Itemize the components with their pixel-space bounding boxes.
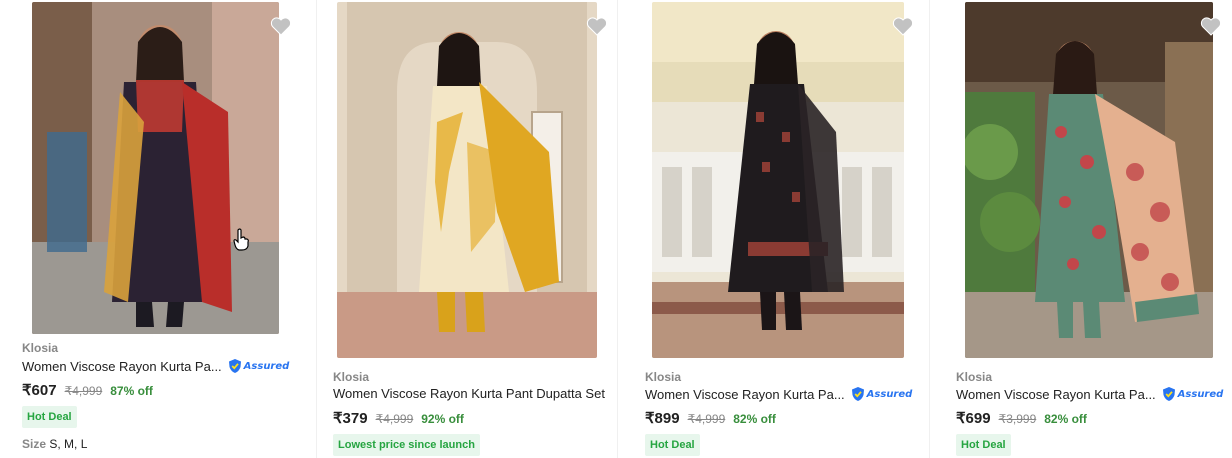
assured-label: Assured <box>243 360 290 372</box>
assured-shield-icon <box>851 387 864 401</box>
product-card[interactable]: Klosia Women Viscose Rayon Kurta Pa... A… <box>932 0 1232 458</box>
heart-icon[interactable] <box>892 16 914 36</box>
original-price: ₹3,999 <box>998 412 1037 426</box>
selling-price: ₹699 <box>956 410 991 427</box>
product-title[interactable]: Women Viscose Rayon Kurta Pa... Assured <box>956 386 1223 402</box>
original-price: ₹4,999 <box>375 412 414 426</box>
price-row: ₹379 ₹4,999 92% off <box>333 409 464 427</box>
product-brand: Klosia <box>956 370 993 384</box>
deal-tag: Hot Deal <box>645 434 700 456</box>
product-grid: Klosia Women Viscose Rayon Kurta Pa... A… <box>0 0 1232 458</box>
size-label: Size <box>22 437 47 451</box>
assured-badge: Assured <box>851 386 913 402</box>
deal-tag: Hot Deal <box>956 434 1011 456</box>
assured-badge: Assured <box>228 358 290 374</box>
selling-price: ₹899 <box>645 410 680 427</box>
discount-percent: 82% off <box>733 412 776 426</box>
heart-icon[interactable] <box>270 16 292 36</box>
discount-percent: 82% off <box>1044 412 1087 426</box>
discount-percent: 92% off <box>421 412 464 426</box>
price-row: ₹607 ₹4,999 87% off <box>22 381 153 399</box>
original-price: ₹4,999 <box>64 384 103 398</box>
product-card[interactable]: Klosia Women Viscose Rayon Kurta Pa... A… <box>0 0 310 458</box>
selling-price: ₹379 <box>333 410 368 427</box>
price-row: ₹899 ₹4,999 82% off <box>645 409 776 427</box>
selling-price: ₹607 <box>22 382 57 399</box>
product-title-text: Women Viscose Rayon Kurta Pant Dupatta S… <box>333 386 605 401</box>
product-card[interactable]: Klosia Women Viscose Rayon Kurta Pant Du… <box>318 0 614 458</box>
product-image[interactable] <box>652 2 904 358</box>
card-divider <box>929 0 930 458</box>
product-title-text: Women Viscose Rayon Kurta Pa... <box>645 386 845 402</box>
card-divider <box>316 0 317 458</box>
assured-label: Assured <box>866 388 913 400</box>
product-title[interactable]: Women Viscose Rayon Kurta Pa... Assured <box>22 358 289 374</box>
original-price: ₹4,999 <box>687 412 726 426</box>
product-image[interactable] <box>32 2 279 334</box>
size-values: S, M, L <box>49 437 88 451</box>
product-image[interactable] <box>337 2 597 358</box>
product-title[interactable]: Women Viscose Rayon Kurta Pant Dupatta S… <box>333 386 605 401</box>
product-image[interactable] <box>965 2 1213 358</box>
product-card[interactable]: Klosia Women Viscose Rayon Kurta Pa... A… <box>620 0 926 458</box>
hand-cursor-icon <box>233 228 249 251</box>
discount-percent: 87% off <box>110 384 153 398</box>
price-row: ₹699 ₹3,999 82% off <box>956 409 1087 427</box>
assured-badge: Assured <box>1162 386 1224 402</box>
assured-shield-icon <box>228 359 241 373</box>
deal-tag: Lowest price since launch <box>333 434 480 456</box>
product-brand: Klosia <box>333 370 370 384</box>
product-title-text: Women Viscose Rayon Kurta Pa... <box>956 386 1156 402</box>
heart-icon[interactable] <box>586 16 608 36</box>
product-title-text: Women Viscose Rayon Kurta Pa... <box>22 358 222 374</box>
deal-tag: Hot Deal <box>22 406 77 428</box>
product-brand: Klosia <box>22 341 59 355</box>
product-brand: Klosia <box>645 370 682 384</box>
assured-shield-icon <box>1162 387 1175 401</box>
product-title[interactable]: Women Viscose Rayon Kurta Pa... Assured <box>645 386 912 402</box>
heart-icon[interactable] <box>1200 16 1222 36</box>
assured-label: Assured <box>1177 388 1224 400</box>
size-info: Size S, M, L <box>22 437 87 451</box>
card-divider <box>617 0 618 458</box>
